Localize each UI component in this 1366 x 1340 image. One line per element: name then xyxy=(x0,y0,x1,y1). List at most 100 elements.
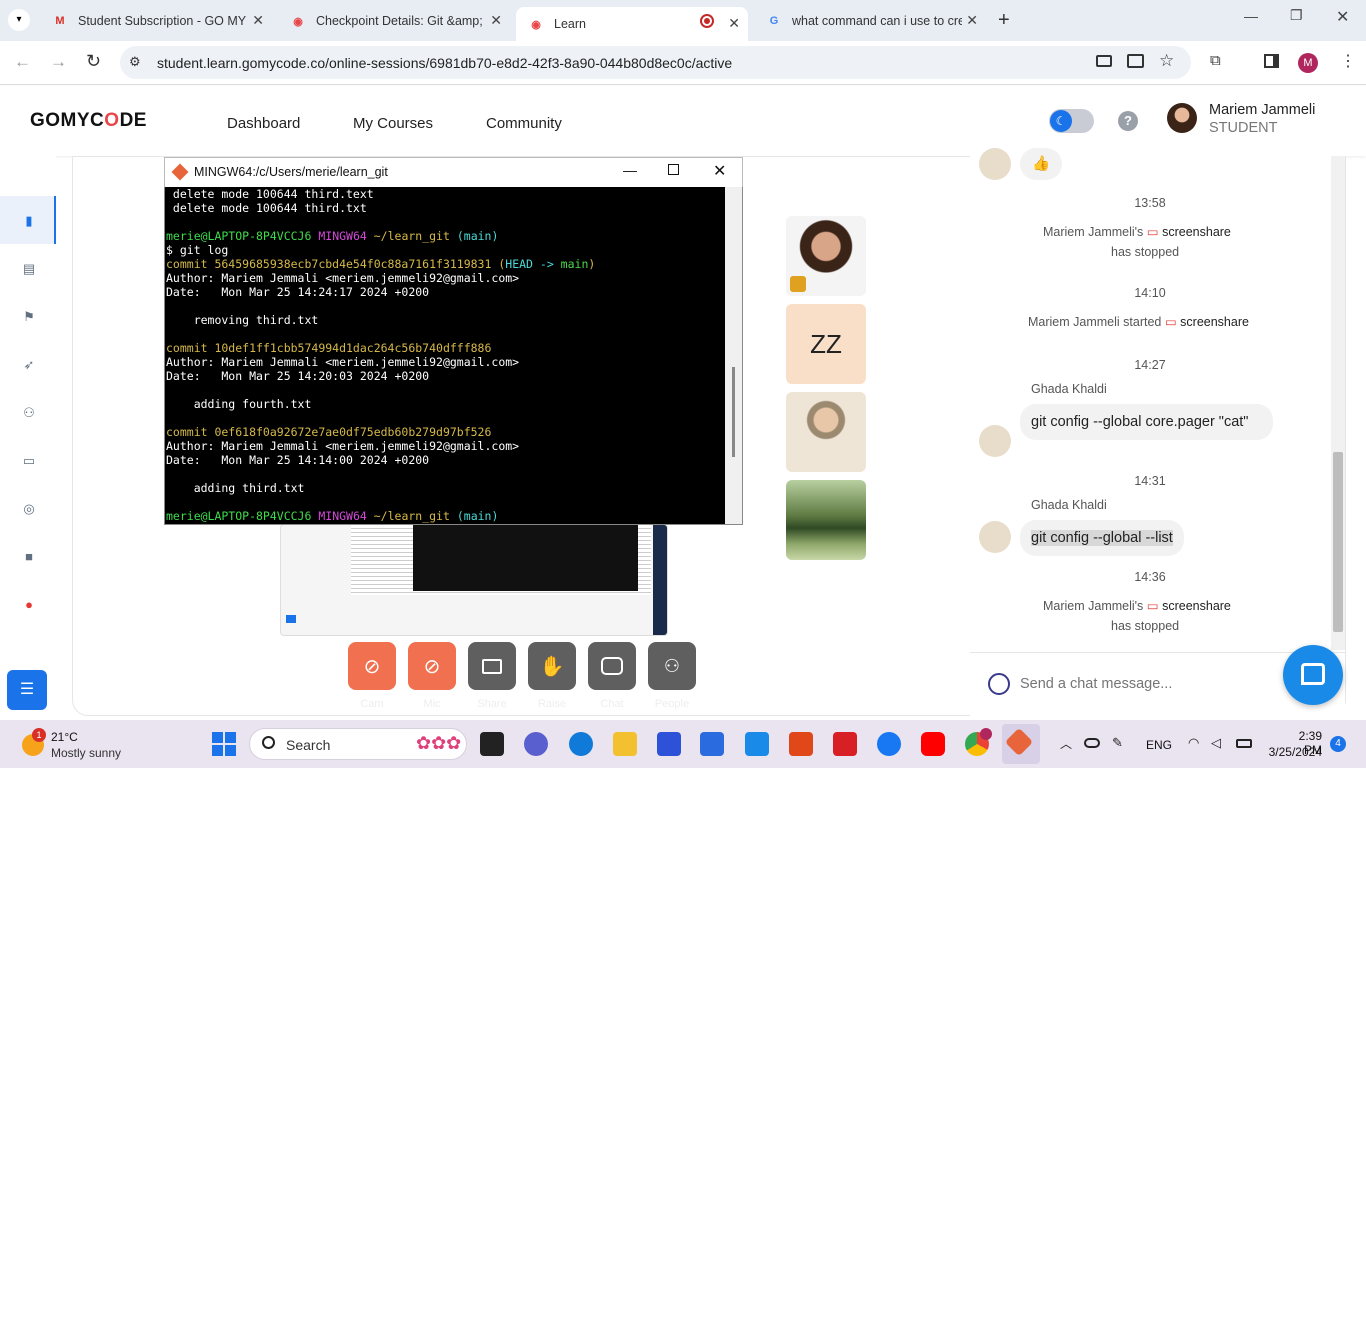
participant-video-1[interactable] xyxy=(786,216,866,296)
laptop-icon[interactable]: ▭ xyxy=(21,453,37,469)
language-indicator[interactable]: ENG xyxy=(1146,738,1172,752)
facebook-icon[interactable] xyxy=(877,732,901,756)
screen-share-button[interactable] xyxy=(468,642,516,690)
people-icon[interactable]: ⚇ xyxy=(21,405,37,421)
dark-mode-toggle[interactable]: ☾ xyxy=(1049,109,1094,133)
maximize-icon[interactable] xyxy=(668,164,679,175)
restore-window-icon[interactable]: ❐ xyxy=(1290,7,1303,24)
chat-avatar xyxy=(979,425,1011,457)
participant-initials-tile[interactable]: ZZ xyxy=(786,304,866,384)
close-tab-icon[interactable]: ✕ xyxy=(490,12,502,29)
nav-community[interactable]: Community xyxy=(486,115,562,132)
video-icon[interactable]: ■ xyxy=(21,549,37,565)
site-info-icon[interactable]: ⚙ xyxy=(129,54,141,70)
extensions-icon[interactable]: ⧉ xyxy=(1210,52,1221,69)
notification-badge[interactable]: 4 xyxy=(1330,736,1346,752)
youtube-icon[interactable] xyxy=(921,732,945,756)
minimize-icon[interactable]: — xyxy=(623,162,637,178)
teams-icon[interactable] xyxy=(524,732,548,756)
volume-icon[interactable]: ◁ xyxy=(1211,735,1221,751)
cast-icon[interactable] xyxy=(1127,54,1144,68)
prompt-system: MINGW64 xyxy=(318,509,367,523)
minimize-window-icon[interactable]: — xyxy=(1244,8,1258,24)
tray-expand-icon[interactable]: ︿ xyxy=(1060,735,1072,752)
gomycode-badge-icon[interactable]: ● xyxy=(21,597,37,613)
stats-icon[interactable]: ▮ xyxy=(21,213,37,229)
file-explorer-icon[interactable] xyxy=(613,732,637,756)
chat-input[interactable] xyxy=(1020,668,1270,700)
back-icon[interactable]: ← xyxy=(14,52,31,72)
windows-start-icon[interactable] xyxy=(212,732,236,756)
tab-title: Checkpoint Details: Git &amp; G xyxy=(316,14,486,28)
bookmark-star-icon[interactable]: ☆ xyxy=(1159,51,1174,71)
emoji-icon[interactable] xyxy=(988,673,1010,695)
clock-date[interactable]: 3/25/2024 xyxy=(1262,745,1322,759)
tab-google[interactable]: G what command can i use to cre ✕ xyxy=(754,7,986,35)
tab-checkpoint[interactable]: ◉ Checkpoint Details: Git &amp; G ✕ xyxy=(278,7,510,35)
help-button[interactable]: ? xyxy=(1118,111,1138,131)
netflix-icon[interactable] xyxy=(833,732,857,756)
screenshare-icon: ▭ xyxy=(1146,599,1159,613)
office-icon[interactable] xyxy=(789,732,813,756)
user-avatar[interactable] xyxy=(1167,103,1197,133)
target-icon[interactable]: ◎ xyxy=(21,501,37,517)
tab-gmail[interactable]: M Student Subscription - GO MY C ✕ xyxy=(40,7,272,35)
url-text[interactable]: student.learn.gomycode.co/online-session… xyxy=(157,55,732,71)
mic-toggle-button[interactable]: ⊘ xyxy=(408,642,456,690)
store-icon[interactable] xyxy=(700,732,724,756)
new-tab-icon[interactable]: + xyxy=(998,9,1010,32)
system-message-text: screenshare xyxy=(1180,315,1249,329)
commit-ref: ) xyxy=(588,257,596,271)
document-icon[interactable]: ▤ xyxy=(21,261,37,277)
participant-video-3[interactable] xyxy=(786,392,866,472)
tab-learn[interactable]: ◉ Learn ✕ xyxy=(516,7,748,41)
app-icon[interactable] xyxy=(657,732,681,756)
commit-ref-head: HEAD -> xyxy=(505,257,561,271)
support-chat-button[interactable] xyxy=(1283,645,1343,705)
terminal-title-bar[interactable]: MINGW64:/c/Users/merie/learn_git — ✕ xyxy=(164,157,743,187)
scrollbar-thumb[interactable] xyxy=(1333,452,1343,632)
tab-search-button[interactable]: ▾ xyxy=(8,9,30,31)
git-icon xyxy=(171,163,189,181)
scrollbar-thumb[interactable] xyxy=(732,367,735,457)
reload-icon[interactable]: ↻ xyxy=(86,51,101,72)
battery-icon[interactable] xyxy=(1236,739,1252,748)
profile-avatar[interactable]: M xyxy=(1298,53,1318,73)
raise-hand-button[interactable]: ✋ xyxy=(528,642,576,690)
close-icon[interactable]: ✕ xyxy=(713,161,726,181)
close-window-icon[interactable]: ✕ xyxy=(1336,7,1349,27)
browser-menu-icon[interactable]: ⋮ xyxy=(1340,51,1356,71)
participant-video-4[interactable] xyxy=(786,480,866,560)
weather-widget[interactable]: 1 21°C Mostly sunny xyxy=(20,728,160,764)
camera-in-use-icon[interactable] xyxy=(1096,55,1112,67)
camera-toggle-button[interactable]: ⊘ xyxy=(348,642,396,690)
nav-dashboard[interactable]: Dashboard xyxy=(227,115,300,132)
commit-message: adding third.txt xyxy=(166,481,305,495)
logo-accent: O xyxy=(104,110,120,131)
mail-icon[interactable] xyxy=(745,732,769,756)
close-tab-icon[interactable]: ✕ xyxy=(252,12,264,29)
people-button[interactable]: ⚇ xyxy=(648,642,696,690)
gomycode-logo[interactable]: GOMYCODE xyxy=(30,110,147,132)
close-tab-icon[interactable]: ✕ xyxy=(966,12,978,29)
pen-icon[interactable]: ✎ xyxy=(1112,735,1123,751)
side-panel-icon[interactable] xyxy=(1264,54,1279,68)
edge-icon[interactable] xyxy=(569,732,593,756)
close-tab-icon[interactable]: ✕ xyxy=(728,15,740,32)
onedrive-icon[interactable] xyxy=(1084,738,1100,748)
terminal-scrollbar[interactable] xyxy=(725,187,742,524)
chat-toggle-button[interactable] xyxy=(588,642,636,690)
terminal-output[interactable]: delete mode 100644 third.text delete mod… xyxy=(165,187,725,524)
forward-icon[interactable]: → xyxy=(50,52,67,72)
sidebar-list-button[interactable]: ☰ xyxy=(7,670,47,710)
rocket-icon[interactable]: ➶ xyxy=(21,357,37,373)
task-view-icon[interactable] xyxy=(480,732,504,756)
wifi-icon[interactable]: ◠ xyxy=(1188,735,1199,751)
taskbar-search[interactable]: Search ✿✿✿ xyxy=(249,728,467,760)
nav-my-courses[interactable]: My Courses xyxy=(353,115,433,132)
flag-icon[interactable]: ⚑ xyxy=(21,309,37,325)
logo-text: GOMYC xyxy=(30,110,105,131)
chat-scrollbar[interactable] xyxy=(1331,156,1345,650)
hand-icon: ✋ xyxy=(539,655,565,678)
